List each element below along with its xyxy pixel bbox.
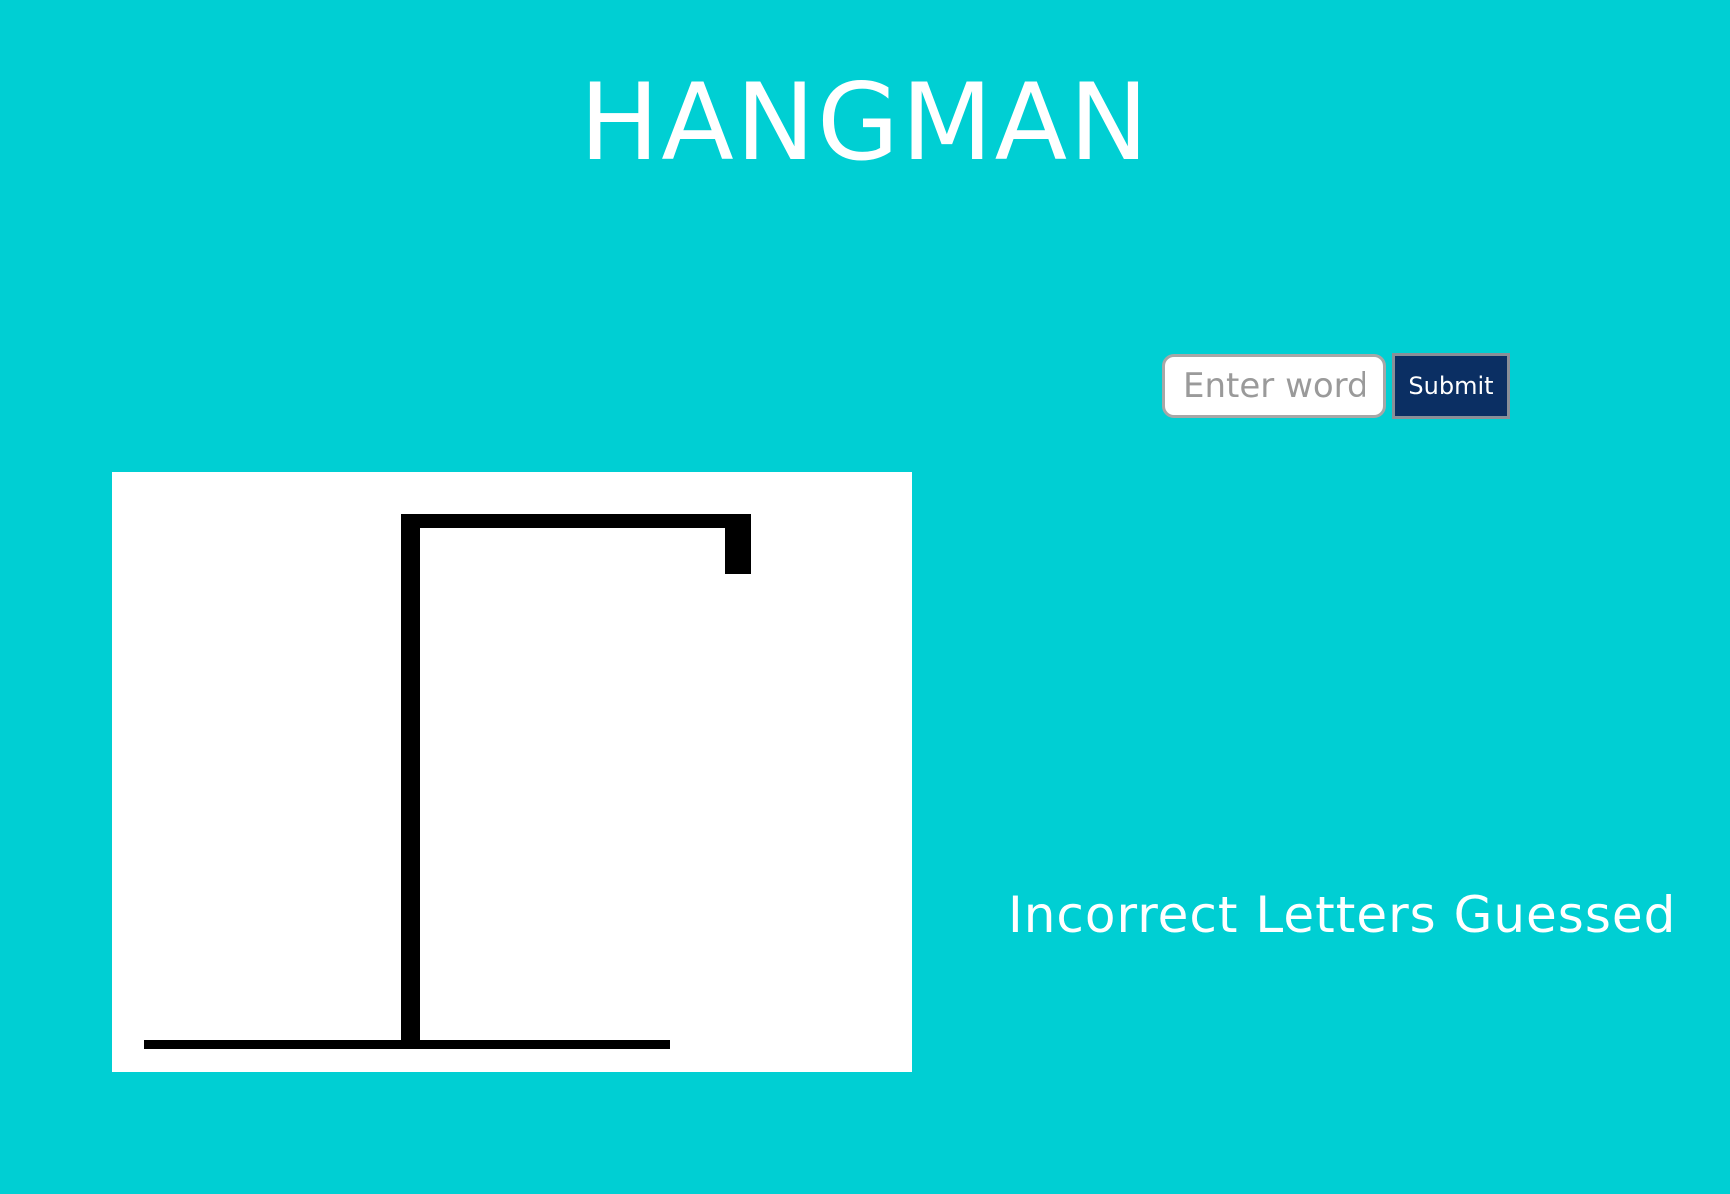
incorrect-letters-heading: Incorrect Letters Guessed bbox=[1008, 886, 1677, 944]
gallows-pole bbox=[401, 514, 420, 1046]
gallows-board bbox=[112, 472, 912, 1072]
gallows-beam bbox=[401, 514, 750, 528]
gallows-rope bbox=[725, 514, 751, 574]
word-input[interactable] bbox=[1162, 354, 1386, 418]
submit-button[interactable]: Submit bbox=[1392, 353, 1510, 419]
guess-form: Submit bbox=[1162, 353, 1510, 419]
gallows-drawing bbox=[144, 514, 751, 1049]
page-title: HANGMAN bbox=[579, 61, 1151, 184]
